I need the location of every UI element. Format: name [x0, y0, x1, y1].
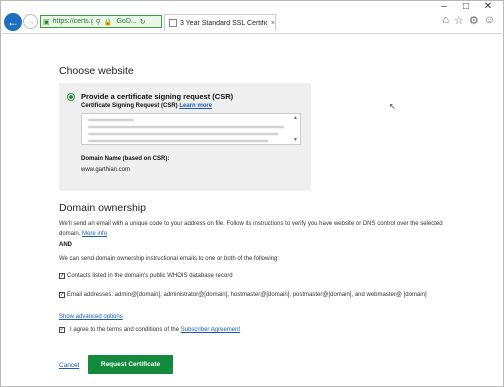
show-advanced-options-link[interactable]: Show advanced options: [59, 314, 123, 320]
lock-icon[interactable]: 🔒: [104, 18, 113, 26]
csr-label: Certificate Signing Request (CSR) Learn …: [81, 103, 212, 109]
blurred-text: [88, 133, 278, 135]
site-identity[interactable]: GoD...: [116, 18, 136, 25]
domain-name-label: Domain Name (based on CSR):: [81, 156, 170, 162]
browser-window: – □ ✕ ← → ▣ https://certs.god... ⚲ 🔒 GoD…: [0, 0, 504, 387]
address-url[interactable]: https://certs.god...: [53, 18, 93, 25]
domain-ownership-heading: Domain ownership: [59, 202, 146, 214]
back-button[interactable]: ←: [4, 13, 22, 31]
home-icon[interactable]: ⌂: [442, 14, 449, 27]
agree-checkbox[interactable]: ✓: [59, 327, 65, 333]
request-certificate-button[interactable]: Request Certificate: [88, 355, 173, 374]
csr-radio[interactable]: [67, 93, 75, 101]
minimize-button[interactable]: –: [433, 1, 455, 13]
page-icon: [169, 19, 177, 27]
blurred-text: [88, 119, 134, 121]
ownership-text: We'll send an email with a unique code t…: [59, 221, 443, 237]
whois-label: Contacts listed in the domain's public W…: [67, 273, 233, 279]
maximize-button[interactable]: □: [455, 1, 477, 13]
blurred-text: [88, 140, 268, 142]
favorites-star-icon[interactable]: ☆: [454, 14, 464, 27]
arrow-left-icon: ←: [7, 15, 19, 29]
agree-label: I agree to the terms and conditions of t…: [70, 325, 240, 335]
subscriber-agreement-link[interactable]: Subscriber Agreement: [181, 327, 240, 333]
smiley-icon[interactable]: ☺: [484, 14, 495, 27]
refresh-icon[interactable]: ↻: [140, 18, 146, 26]
tab-close-icon[interactable]: ×: [271, 20, 275, 27]
email-addresses-checkbox[interactable]: ✓: [59, 292, 65, 298]
browser-toolbar: ⌂ ☆ ⚙ ☺: [442, 14, 495, 27]
tab-label: 3 Year Standard SSL Certific...: [179, 19, 267, 27]
blurred-text: [88, 126, 284, 128]
email-addresses-label: Email addresses: admin@[domain], adminis…: [67, 292, 427, 298]
address-bar[interactable]: ▣ https://certs.god... ⚲ 🔒 GoD... ↻: [40, 15, 162, 28]
text-cursor-icon: ↖: [389, 102, 396, 111]
choose-website-heading: Choose website: [59, 65, 134, 77]
tab-active[interactable]: 3 Year Standard SSL Certific... ×: [164, 14, 276, 31]
divider: [2, 33, 502, 34]
more-info-link[interactable]: More info: [82, 231, 107, 237]
domain-name-value: www.garthian.com: [81, 167, 131, 173]
email-options-intro: We can send domain ownership instruction…: [59, 256, 280, 262]
forward-button[interactable]: →: [23, 14, 38, 29]
ownership-description: We'll send an email with a unique code t…: [59, 219, 449, 239]
whois-checkbox[interactable]: ✓: [59, 273, 65, 279]
csr-panel: Provide a certificate signing request (C…: [59, 83, 311, 191]
and-label: AND: [59, 242, 72, 248]
search-icon[interactable]: ⚲: [96, 18, 101, 26]
cancel-link[interactable]: Cancel: [59, 362, 79, 369]
csr-label-text: Certificate Signing Request (CSR): [81, 103, 178, 109]
scroll-down-icon[interactable]: ▼: [293, 137, 298, 143]
csr-option-title: Provide a certificate signing request (C…: [81, 92, 234, 101]
lock-icon: ▣: [43, 18, 50, 26]
csr-textarea[interactable]: ▲ ▼: [81, 113, 301, 145]
title-bar: – □ ✕ ← → ▣ https://certs.god... ⚲ 🔒 GoD…: [1, 1, 503, 33]
scroll-up-icon[interactable]: ▲: [293, 115, 298, 121]
learn-more-link[interactable]: Learn more: [179, 103, 212, 109]
gear-icon[interactable]: ⚙: [469, 14, 479, 27]
window-controls: – □ ✕: [433, 1, 499, 13]
textarea-scrollbar[interactable]: ▲ ▼: [292, 115, 299, 143]
agree-text: I agree to the terms and conditions of t…: [70, 327, 180, 333]
arrow-right-icon: →: [26, 16, 35, 26]
close-window-button[interactable]: ✕: [477, 1, 499, 13]
